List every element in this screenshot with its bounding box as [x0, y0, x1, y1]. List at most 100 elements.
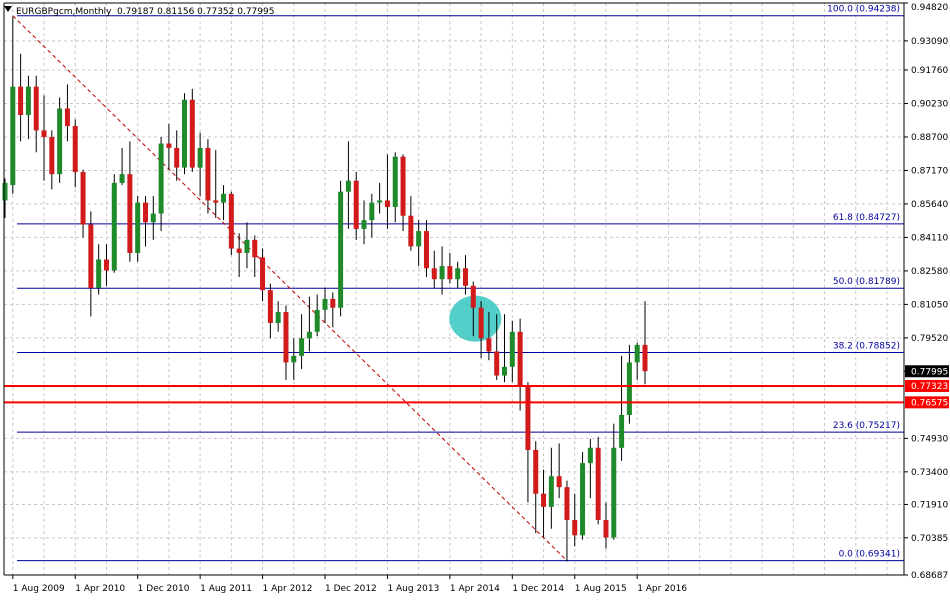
candle-body-bull	[25, 86, 31, 116]
candle-body-bear	[267, 290, 273, 324]
candle-body-bear	[478, 307, 484, 339]
candle-body-bear	[260, 257, 266, 291]
candle-body-bull	[611, 447, 617, 538]
candle-body-bear	[384, 200, 390, 207]
candle-body-bear	[642, 344, 648, 372]
sr-label-text: 0.76575	[911, 398, 948, 408]
candle-body-bull	[369, 202, 375, 221]
candle-body-bull	[111, 182, 117, 271]
candle-body-bear	[408, 215, 414, 247]
candle	[57, 97, 63, 183]
candle-body-bear	[283, 312, 289, 363]
candle-body-bear	[541, 493, 547, 507]
candle-body-bear	[330, 298, 336, 308]
chart-title-symbol: EURGBPgcm,Monthly	[16, 7, 112, 17]
fib-level-label: 0.0 (0.69341)	[839, 550, 900, 560]
candle-body-bear	[564, 487, 570, 520]
candle-body-bear	[517, 331, 523, 387]
y-tick-label: 0.82580	[911, 267, 948, 277]
candle-body-bear	[228, 193, 234, 249]
y-tick-label: 0.87170	[911, 166, 948, 176]
candle-body-bear	[470, 285, 476, 308]
candle-body-bear	[400, 156, 406, 216]
candle-body-bull	[587, 447, 593, 464]
sr-price-label: 0.76575	[905, 396, 949, 409]
x-tick-label: 1 Dec 2014	[512, 584, 564, 594]
x-tick-label: 1 Apr 2014	[450, 584, 500, 594]
candle	[111, 174, 117, 273]
candle-body-bear	[189, 99, 195, 168]
candle-body-bull	[306, 331, 312, 339]
candle-body-bear	[49, 136, 55, 175]
candle-body-bull	[57, 108, 63, 175]
y-tick-label: 0.88700	[911, 133, 948, 143]
y-tick-label: 0.70385	[911, 534, 948, 544]
candle-body-bear	[18, 86, 24, 116]
candle	[228, 191, 234, 256]
candle-body-bear	[447, 266, 453, 280]
candle-body-bull	[416, 231, 422, 247]
y-tick-label: 0.73400	[911, 468, 948, 478]
candle-body-bear	[525, 386, 531, 450]
candle-body-bull	[221, 193, 227, 203]
y-tick-label: 0.81050	[911, 300, 948, 310]
candle-body-bear	[486, 338, 492, 352]
candle-body-bull	[392, 156, 398, 207]
candle	[135, 196, 141, 262]
y-tick-label: 0.79520	[911, 334, 948, 344]
x-tick-label: 1 Apr 2012	[263, 584, 313, 594]
candle-body-bear	[80, 171, 86, 225]
y-tick-label: 0.90230	[911, 99, 948, 109]
candle-body-bull	[96, 259, 102, 288]
candle-body-bear	[353, 180, 359, 229]
candle-body-bull	[509, 331, 515, 367]
candle-body-bear	[572, 519, 578, 536]
x-tick-label: 1 Aug 2013	[387, 584, 439, 594]
candle-body-bull	[626, 362, 632, 415]
current-price-label: 0.77995	[905, 365, 949, 378]
x-tick-label: 1 Dec 2010	[138, 584, 190, 594]
candle-body-bear	[41, 130, 47, 137]
candle	[595, 436, 601, 525]
candle-body-bear	[205, 147, 211, 201]
candle-body-bear	[603, 519, 609, 538]
candle-body-bull	[345, 180, 351, 192]
candle-body-bear	[423, 231, 429, 269]
candle	[580, 452, 586, 540]
candle-body-bull	[314, 309, 320, 332]
y-tick-label: 0.94820	[911, 3, 948, 13]
candle-body-bull	[502, 366, 508, 376]
candle-body-bull	[244, 239, 250, 253]
fib-level-label: 100.0 (0.94238)	[827, 5, 900, 15]
candle-body-bear	[166, 143, 172, 148]
candle	[338, 180, 344, 317]
candle-body-bear	[556, 476, 562, 488]
candle-body-bear	[236, 248, 242, 253]
candle-body-bull	[10, 86, 16, 186]
candle-body-bear	[88, 224, 94, 288]
y-tick-label: 0.74930	[911, 434, 948, 444]
candle-body-bear	[33, 86, 39, 131]
x-tick-label: 1 Aug 2015	[575, 584, 627, 594]
candle-body-bear	[103, 259, 109, 271]
candle-body-bull	[299, 338, 305, 356]
candle-body-bear	[595, 447, 601, 520]
y-tick-label: 0.84110	[911, 233, 948, 243]
y-tick-label: 0.71910	[911, 500, 948, 510]
fib-level-label: 38.2 (0.78852)	[833, 342, 900, 352]
candle-body-bull	[2, 182, 8, 201]
candle-body-bear	[72, 126, 78, 172]
candle-body-bear	[462, 268, 468, 286]
fib-level-label: 23.6 (0.75217)	[833, 421, 900, 431]
candle-body-bull	[439, 266, 445, 280]
candle-body-bull	[291, 355, 297, 363]
candle-body-bear	[533, 449, 539, 494]
candle-body-bear	[252, 239, 258, 258]
y-tick-label: 0.85640	[911, 200, 948, 210]
candle-body-bull	[580, 463, 586, 536]
candle-body-bull	[455, 268, 461, 280]
y-tick-label: 0.93090	[911, 37, 948, 47]
candle-body-bear	[127, 174, 133, 253]
y-tick-label: 0.68687	[911, 571, 948, 581]
candle-body-bear	[213, 200, 219, 203]
